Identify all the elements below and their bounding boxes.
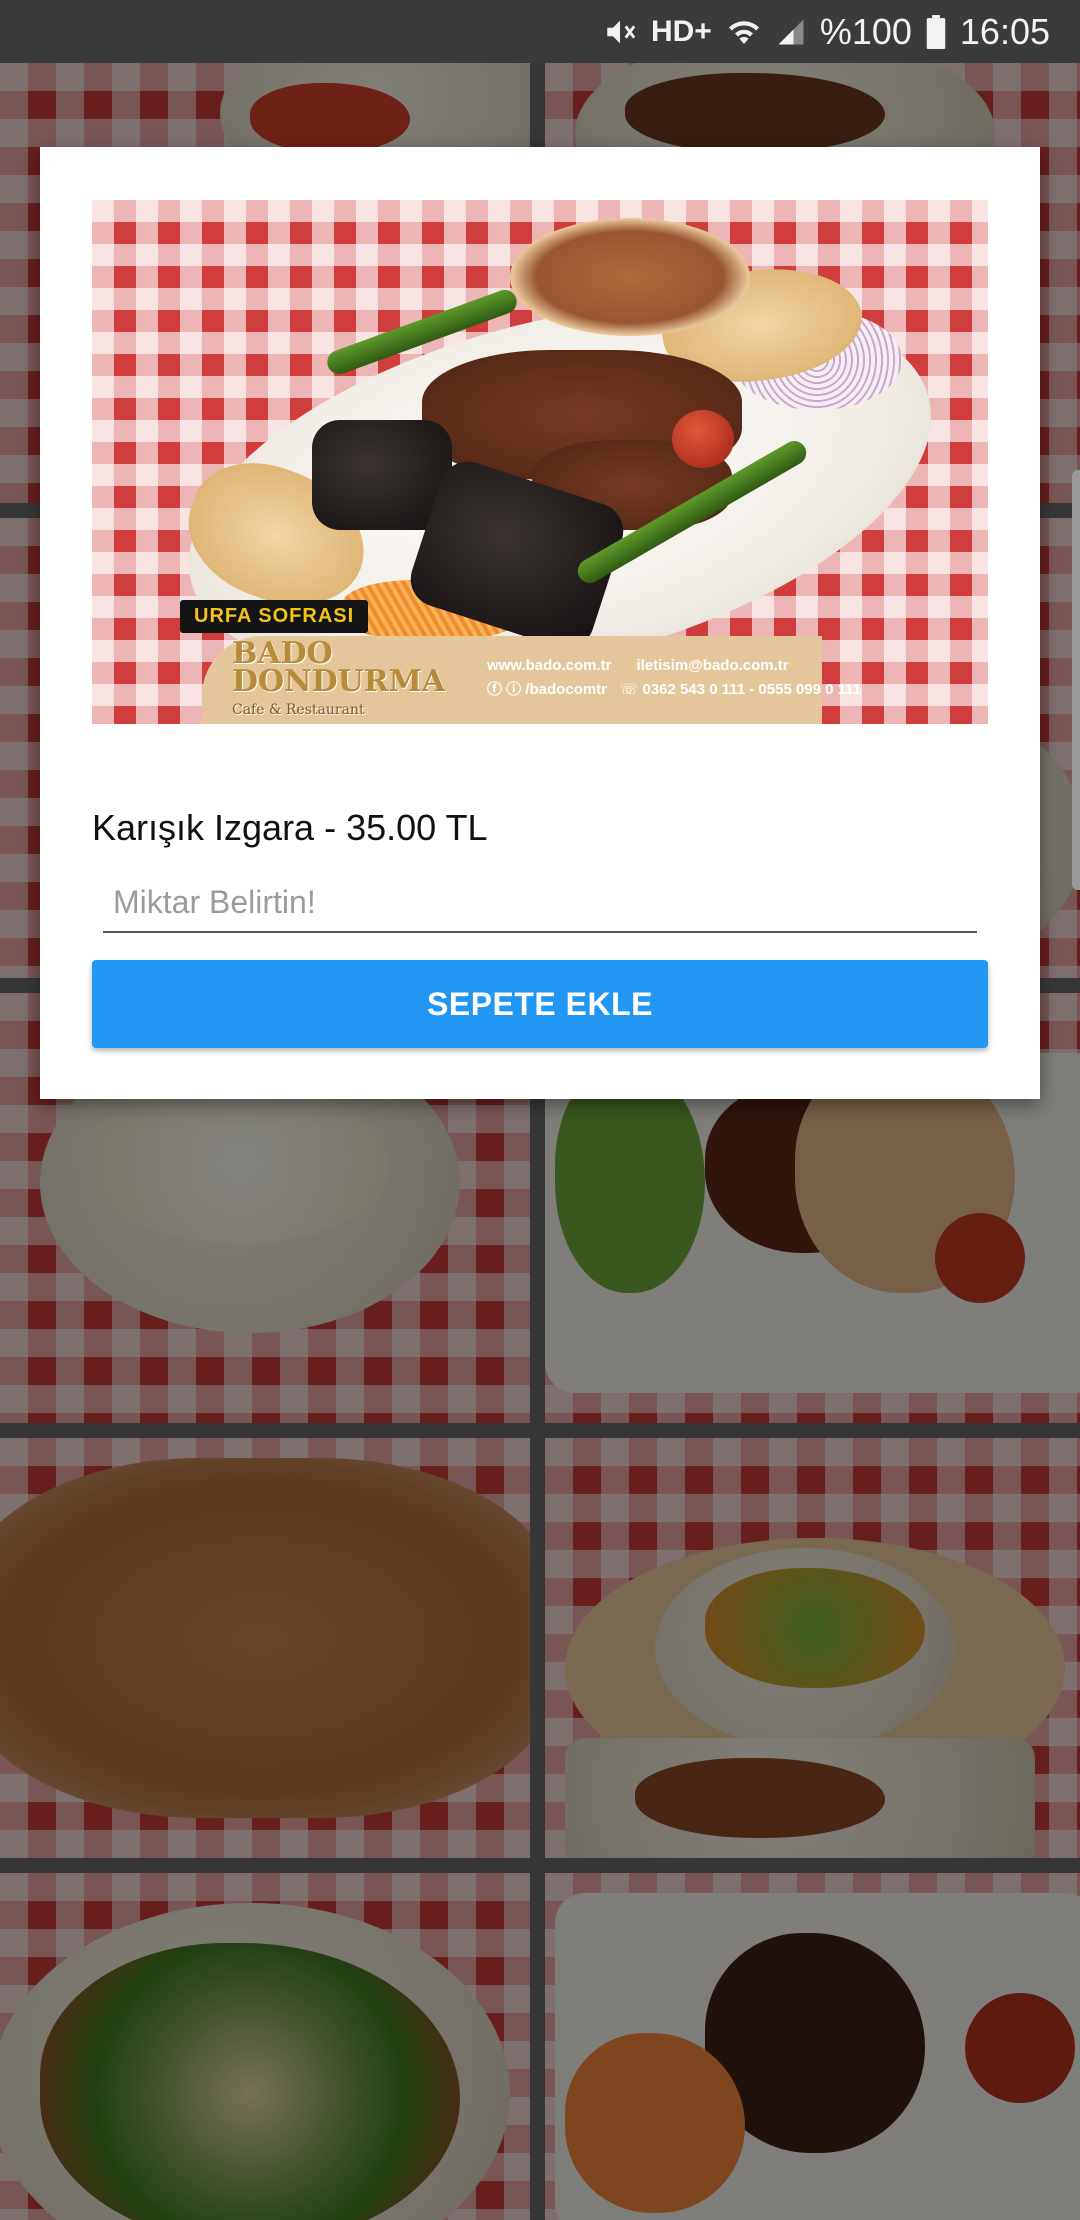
social-icon: ⓕ ⓘ <box>487 681 522 698</box>
battery-icon <box>926 14 946 49</box>
battery-text: %100 <box>819 10 912 52</box>
brand-email: iletisim@bado.com.tr <box>636 657 789 674</box>
brand-website: www.bado.com.tr <box>487 657 612 674</box>
add-to-cart-button[interactable]: SEPETE EKLE <box>92 960 988 1048</box>
phone-icon: ☏ <box>619 681 639 698</box>
brand-social: /badocomtr <box>525 681 608 698</box>
add-to-cart-dialog: URFA SOFRASI BADO DONDURMA Cafe & Restau… <box>40 147 1040 1099</box>
brand-phones: 0362 543 0 111 - 0555 099 0 111 <box>642 681 862 698</box>
clock: 16:05 <box>959 10 1050 52</box>
quantity-input[interactable] <box>103 873 977 933</box>
product-title: Karışık Izgara - 35.00 TL <box>92 807 488 848</box>
network-label: HD+ <box>650 14 712 48</box>
brand-subname: DONDURMA <box>232 664 446 699</box>
grilled-tomato <box>672 410 734 468</box>
product-image: URFA SOFRASI BADO DONDURMA Cafe & Restau… <box>92 200 988 724</box>
signal-icon <box>776 17 806 47</box>
brand-contact: www.bado.com.tr iletisim@bado.com.tr ⓕ ⓘ… <box>487 654 861 702</box>
brand-logo: BADO DONDURMA Cafe & Restaurant <box>232 639 446 724</box>
lahmacun <box>510 218 750 336</box>
mute-icon <box>603 15 637 49</box>
brand-tag: URFA SOFRASI <box>180 600 369 633</box>
brand-tagline: Cafe & Restaurant <box>232 702 365 718</box>
wifi-icon <box>726 17 762 47</box>
edge-panel-handle[interactable] <box>1072 470 1080 890</box>
status-bar: HD+ %100 16:05 <box>0 0 1080 63</box>
